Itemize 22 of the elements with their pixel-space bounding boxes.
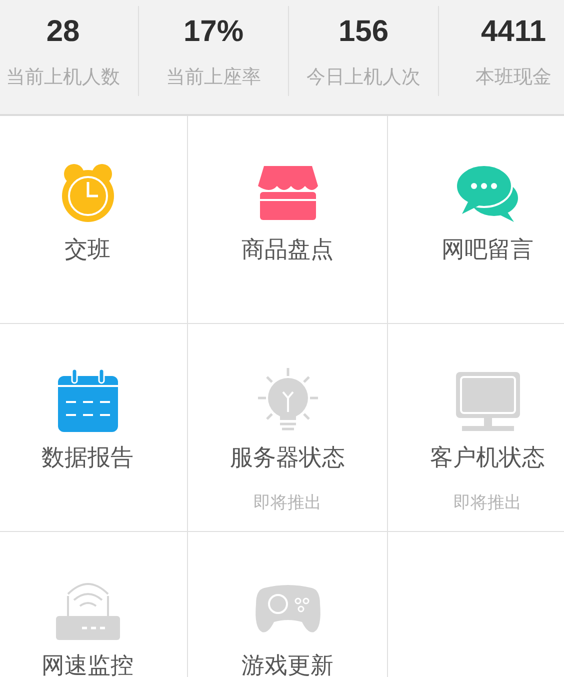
stat-value: 17% [183, 14, 244, 50]
tile-label: 服务器状态 [230, 444, 345, 473]
stat-label: 当前上座率 [166, 65, 261, 90]
tile-label: 网速监控 [42, 652, 134, 677]
menu-tile[interactable]: 网吧留言 [388, 116, 564, 324]
menu-tile[interactable]: 商品盘点 [188, 116, 388, 324]
tile-label: 客户机状态 [430, 444, 545, 473]
stat-value: 4411 [480, 14, 546, 50]
tile-label: 商品盘点 [242, 236, 334, 265]
tile-label: 游戏更新 [242, 652, 334, 677]
tile-label: 网吧留言 [442, 236, 534, 265]
stat-label: 当前上机人数 [6, 65, 120, 90]
stat-value: 28 [46, 14, 80, 50]
stat-label: 本班现金 [476, 65, 552, 90]
tile-label: 交班 [64, 236, 110, 265]
stat-label: 今日上机人次 [306, 65, 420, 90]
tile-label: 数据报告 [42, 444, 134, 473]
menu-tile[interactable]: 交班 [0, 116, 188, 324]
menu-tile[interactable]: 数据报告 [0, 324, 188, 532]
stat-value: 156 [338, 14, 389, 50]
coming-soon-note: 即将推出 [454, 492, 522, 514]
coming-soon-note: 即将推出 [254, 492, 322, 514]
